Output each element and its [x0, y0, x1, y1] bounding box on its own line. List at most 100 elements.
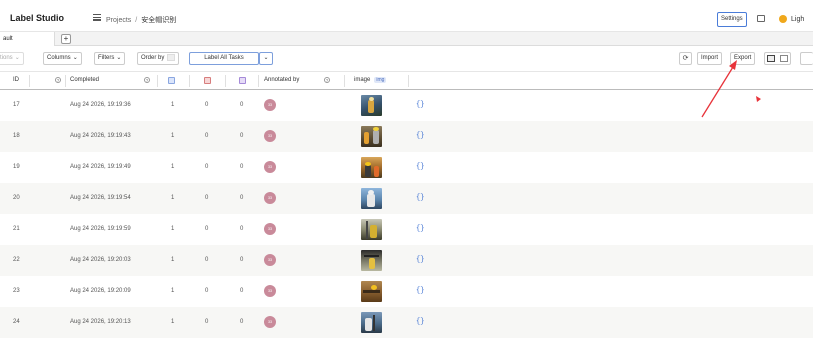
help-icon[interactable]: ? [55, 77, 61, 83]
table-row[interactable]: 20 Aug 24 2026, 19:19:54 1 0 0 33 {} [0, 183, 813, 214]
cell-cancelled: 0 [205, 133, 209, 139]
cell-id: 17 [13, 102, 20, 108]
avatar: 33 [264, 254, 276, 266]
cell-id: 24 [13, 319, 20, 325]
cell-predictions: 0 [240, 164, 244, 170]
column-header-image[interactable]: image img [354, 77, 387, 83]
actions-button[interactable]: tions ⌄ [0, 52, 24, 65]
table-row[interactable]: 18 Aug 24 2026, 19:19:43 1 0 0 33 {} [0, 121, 813, 152]
columns-button[interactable]: Columns ⌄ [43, 52, 82, 65]
cell-data[interactable]: {} [416, 287, 424, 295]
image-thumbnail[interactable] [361, 312, 382, 333]
cell-id: 19 [13, 164, 20, 170]
breadcrumb-separator: / [135, 17, 138, 24]
help-icon[interactable]: ? [324, 77, 330, 83]
table-row[interactable]: 19 Aug 24 2026, 19:19:49 1 0 0 33 {} [0, 152, 813, 183]
column-header-id[interactable]: ID [13, 77, 19, 83]
avatar: 33 [264, 223, 276, 235]
cell-predictions: 0 [240, 226, 244, 232]
sun-icon[interactable] [779, 15, 787, 23]
refresh-icon[interactable]: ⟳ [679, 52, 692, 65]
predictions-icon[interactable] [239, 77, 246, 84]
actions-label: tions [0, 55, 13, 61]
cell-id: 22 [13, 257, 20, 263]
theme-toggle-label[interactable]: Ligh [791, 16, 804, 23]
add-tab-button[interactable]: + [61, 34, 71, 44]
cell-data[interactable]: {} [416, 256, 424, 264]
cell-total-annotations: 1 [171, 288, 175, 294]
sort-direction-icon[interactable] [167, 53, 176, 61]
cell-data[interactable]: {} [416, 101, 424, 109]
label-all-tasks-button[interactable]: Label All Tasks [189, 52, 259, 65]
avatar: 33 [264, 161, 276, 173]
cell-id: 21 [13, 226, 20, 232]
column-divider [29, 75, 30, 87]
top-header: Label Studio Projects / 安全帽识别 Settings Lig… [0, 0, 813, 32]
cell-data[interactable]: {} [416, 194, 424, 202]
image-thumbnail[interactable] [361, 188, 382, 209]
menu-icon[interactable] [93, 14, 101, 21]
cell-cancelled: 0 [205, 226, 209, 232]
image-thumbnail[interactable] [361, 126, 382, 147]
cell-completed: Aug 24 2026, 19:19:49 [70, 164, 131, 170]
column-header-annotated-by[interactable]: Annotated by [264, 77, 299, 83]
cell-data[interactable]: {} [416, 132, 424, 140]
image-thumbnail[interactable] [361, 281, 382, 302]
order-by-label: Order by [141, 55, 165, 61]
cell-completed: Aug 24 2026, 19:20:03 [70, 257, 131, 263]
export-button[interactable]: Export [730, 52, 756, 65]
image-thumbnail[interactable] [361, 219, 382, 240]
table-row[interactable]: 21 Aug 24 2026, 19:19:59 1 0 0 33 {} [0, 214, 813, 245]
cell-completed: Aug 24 2026, 19:19:54 [70, 195, 131, 201]
table-row[interactable]: 17 Aug 24 2026, 19:19:36 1 0 0 33 {} [0, 90, 813, 121]
column-image-label: image [354, 77, 371, 83]
cell-predictions: 0 [240, 288, 244, 294]
avatar: 33 [264, 192, 276, 204]
cell-data[interactable]: {} [416, 318, 424, 326]
cell-total-annotations: 1 [171, 133, 175, 139]
import-button[interactable]: Import [697, 52, 723, 65]
cell-predictions: 0 [240, 319, 244, 325]
breadcrumb-projects[interactable]: Projects [106, 17, 131, 24]
cell-data[interactable]: {} [416, 225, 424, 233]
app-logo[interactable]: Label Studio [10, 13, 64, 23]
breadcrumb-current-project[interactable]: 安全帽识别 [141, 17, 176, 24]
table-row[interactable]: 24 Aug 24 2026, 19:20:13 1 0 0 33 {} [0, 307, 813, 338]
label-all-dropdown[interactable]: ⌄ [259, 52, 273, 65]
more-options-button[interactable] [800, 52, 813, 65]
cancelled-annotations-icon[interactable] [204, 77, 211, 84]
column-divider [344, 75, 345, 87]
cell-cancelled: 0 [205, 195, 209, 201]
column-header-completed[interactable]: Completed [70, 77, 99, 83]
table-row[interactable]: 22 Aug 24 2026, 19:20:03 1 0 0 33 {} [0, 245, 813, 276]
cell-completed: Aug 24 2026, 19:20:13 [70, 319, 131, 325]
avatar: 33 [264, 285, 276, 297]
column-divider [65, 75, 66, 87]
cell-predictions: 0 [240, 102, 244, 108]
grid-view-icon[interactable] [780, 55, 788, 62]
list-view-icon[interactable] [767, 55, 775, 62]
cell-cancelled: 0 [205, 102, 209, 108]
tab-default[interactable]: ault [0, 32, 55, 46]
avatar: 33 [264, 130, 276, 142]
order-by-button[interactable]: Order by [137, 52, 180, 65]
column-divider [157, 75, 158, 87]
cell-total-annotations: 1 [171, 257, 175, 263]
cell-id: 23 [13, 288, 20, 294]
chat-icon[interactable] [757, 15, 765, 22]
settings-button[interactable]: Settings [717, 12, 747, 27]
cell-total-annotations: 1 [171, 226, 175, 232]
image-thumbnail[interactable] [361, 95, 382, 116]
filters-label: Filters [98, 55, 115, 61]
cell-total-annotations: 1 [171, 102, 175, 108]
avatar: 33 [264, 99, 276, 111]
columns-label: Columns [47, 55, 71, 61]
help-icon[interactable]: ? [144, 77, 150, 83]
column-divider [189, 75, 190, 87]
image-thumbnail[interactable] [361, 157, 382, 178]
image-thumbnail[interactable] [361, 250, 382, 271]
filters-button[interactable]: Filters ⌄ [94, 52, 126, 65]
total-annotations-icon[interactable] [168, 77, 175, 84]
table-row[interactable]: 23 Aug 24 2026, 19:20:09 1 0 0 33 {} [0, 276, 813, 307]
cell-data[interactable]: {} [416, 163, 424, 171]
